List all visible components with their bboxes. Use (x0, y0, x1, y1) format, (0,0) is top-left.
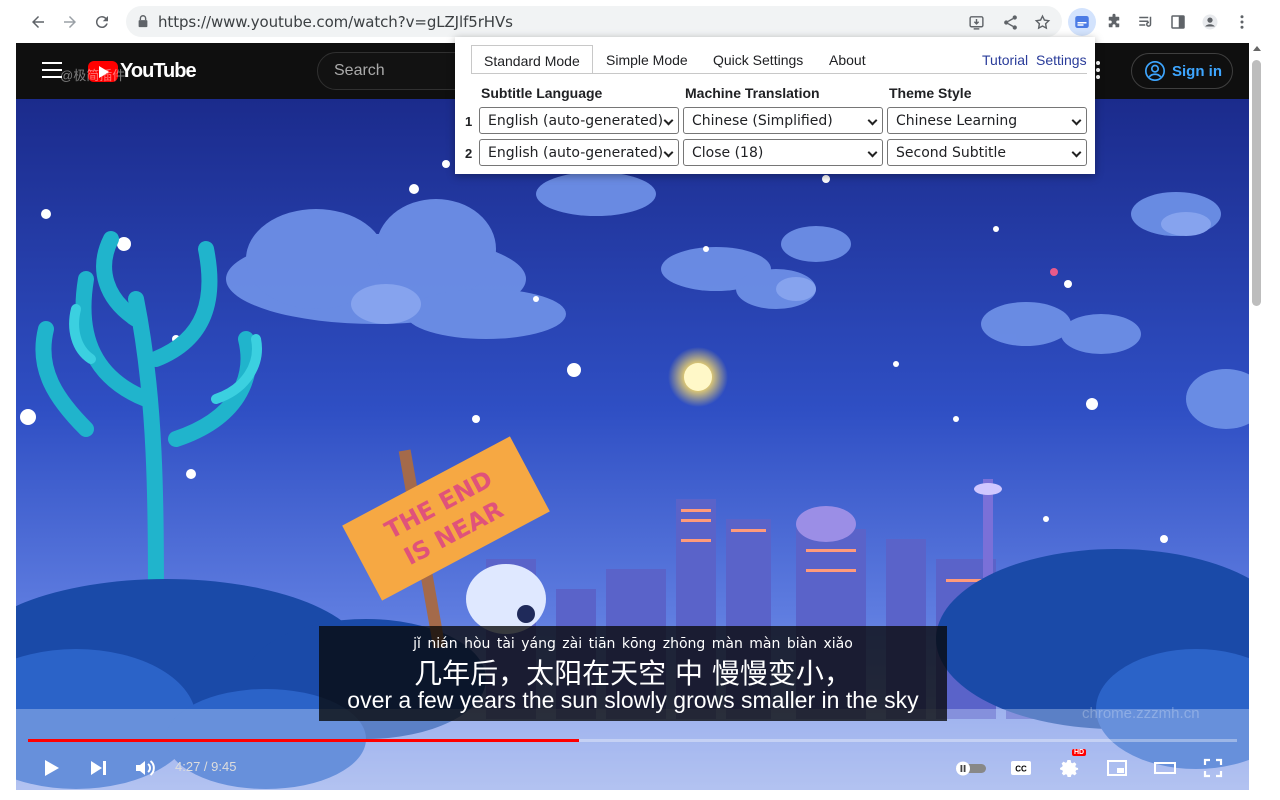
subtitle-overlay: jǐ nián hòu tài yáng zài tiān kōng zhōng… (319, 626, 947, 721)
svg-text:CC: CC (1015, 765, 1027, 774)
select-value: Second Subtitle (896, 145, 1006, 161)
profile-icon[interactable] (1196, 8, 1224, 36)
side-panel-icon[interactable] (1164, 8, 1192, 36)
captions-icon[interactable]: CC (1006, 753, 1036, 783)
scroll-up-arrow-icon[interactable] (1253, 46, 1261, 51)
chevron-down-icon (1071, 115, 1082, 126)
more-options-icon[interactable] (1096, 61, 1102, 81)
scrollbar-thumb[interactable] (1252, 60, 1261, 306)
tab-divider (471, 73, 1087, 74)
row-number: 1 (465, 114, 473, 129)
chevron-down-icon (1071, 147, 1082, 158)
page: https://www.youtube.com/watch?v=gLZJlf5r… (0, 0, 1280, 800)
url-text: https://www.youtube.com/watch?v=gLZJlf5r… (158, 13, 513, 31)
window-margin-right (1264, 43, 1280, 800)
address-bar[interactable]: https://www.youtube.com/watch?v=gLZJlf5r… (126, 6, 1062, 37)
tab-standard-mode[interactable]: Standard Mode (471, 45, 593, 74)
machine-translation-select-2[interactable]: Close (18) (683, 139, 883, 166)
extension-subtitle-icon[interactable] (1068, 8, 1096, 36)
column-header-machine-translation: Machine Translation (685, 85, 820, 101)
theater-mode-icon[interactable] (1150, 753, 1180, 783)
theme-style-select-1[interactable]: Chinese Learning (887, 107, 1087, 134)
subtitle-english: over a few years the sun slowly grows sm… (347, 687, 919, 713)
window-margin-left (0, 43, 16, 800)
settings-gear-icon[interactable] (1054, 753, 1084, 783)
machine-translation-select-1[interactable]: Chinese (Simplified) (683, 107, 883, 134)
menu-icon[interactable] (1228, 8, 1256, 36)
sign-in-label: Sign in (1172, 62, 1222, 80)
search-placeholder: Search (334, 62, 385, 79)
youtube-logo-text: YouTube (120, 59, 197, 82)
select-value: Chinese (Simplified) (692, 113, 833, 129)
select-value: English (auto-generated) (488, 145, 664, 161)
reload-icon[interactable] (88, 8, 116, 36)
progress-fill (28, 739, 580, 742)
play-icon[interactable] (36, 753, 66, 783)
window-margin-bottom (0, 790, 1280, 800)
volume-icon[interactable] (130, 753, 160, 783)
time-display: 4:27 / 9:45 (175, 759, 237, 774)
lock-icon (138, 15, 148, 28)
bookmark-star-icon[interactable] (1032, 12, 1052, 32)
select-value: Close (18) (692, 145, 764, 161)
share-icon[interactable] (1000, 12, 1020, 32)
sign-in-button[interactable]: Sign in (1131, 53, 1233, 89)
chevron-down-icon (867, 147, 878, 158)
account-circle-icon (1145, 61, 1165, 81)
install-icon[interactable] (966, 12, 986, 32)
hamburger-menu-icon[interactable] (42, 62, 62, 78)
settings-link[interactable]: Settings (1036, 52, 1087, 68)
row-number: 2 (465, 146, 473, 161)
theme-style-select-2[interactable]: Second Subtitle (887, 139, 1087, 166)
puzzle-icon[interactable] (1100, 8, 1128, 36)
column-header-subtitle-language: Subtitle Language (481, 85, 603, 101)
next-icon[interactable] (83, 753, 113, 783)
subtitle-chinese: 几年后，太阳在天空 中 慢慢变小， (414, 657, 852, 690)
tab-simple-mode[interactable]: Simple Mode (594, 45, 700, 74)
select-value: English (auto-generated) (488, 113, 664, 129)
tutorial-link[interactable]: Tutorial (982, 52, 1028, 68)
reading-list-icon[interactable] (1132, 8, 1160, 36)
subtitle-extension-popup: Standard Mode Simple Mode Quick Settings… (455, 37, 1095, 174)
select-value: Chinese Learning (896, 113, 1018, 129)
subtitle-language-select-1[interactable]: English (auto-generated) (479, 107, 679, 134)
forward-icon[interactable] (56, 8, 84, 36)
watermark-bottom: chrome.zzzmh.cn (1082, 705, 1200, 722)
chevron-down-icon (663, 115, 674, 126)
fullscreen-icon[interactable] (1198, 753, 1228, 783)
miniplayer-icon[interactable] (1102, 753, 1132, 783)
watermark-top: @极简插件 (60, 68, 126, 83)
popup-tab-bar: Standard Mode Simple Mode Quick Settings… (455, 37, 1095, 74)
back-icon[interactable] (24, 8, 52, 36)
tab-about[interactable]: About (817, 45, 878, 74)
subtitle-language-select-2[interactable]: English (auto-generated) (479, 139, 679, 166)
player-controls: 4:27 / 9:45 CC HD (16, 745, 1249, 790)
hd-badge: HD (1072, 749, 1087, 756)
subtitle-pinyin: jǐ nián hòu tài yáng zài tiān kōng zhōng… (413, 636, 853, 652)
chevron-down-icon (867, 115, 878, 126)
tab-quick-settings[interactable]: Quick Settings (701, 45, 815, 74)
progress-bar[interactable] (28, 739, 1237, 742)
column-header-theme-style: Theme Style (889, 85, 972, 101)
autoplay-toggle-icon[interactable] (954, 753, 988, 783)
video-player[interactable]: THE END IS NEAR jǐ nián hòu tài yáng zài… (16, 99, 1249, 790)
chevron-down-icon (663, 147, 674, 158)
